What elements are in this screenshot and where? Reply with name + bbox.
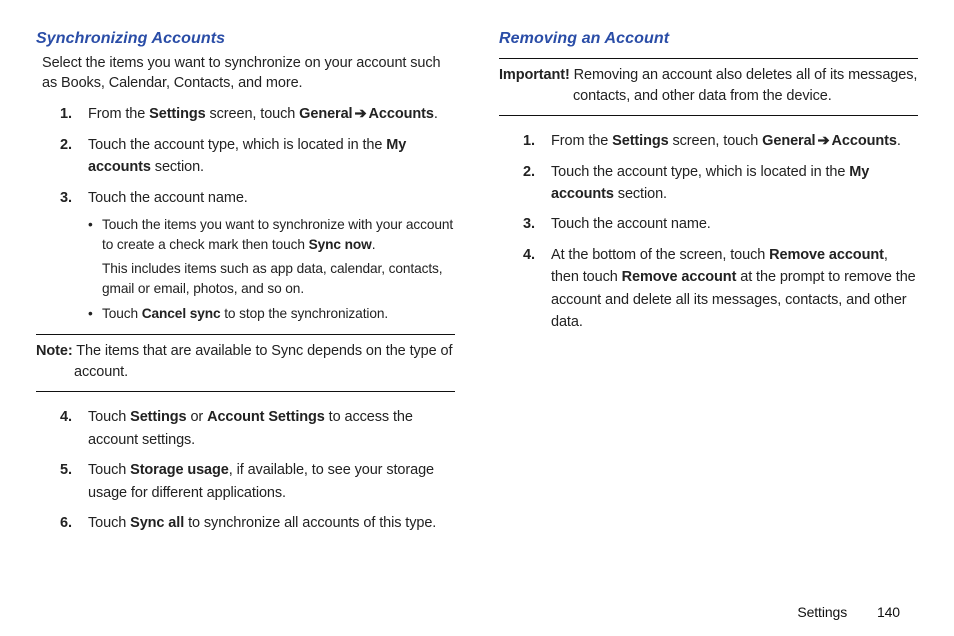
remove-steps: 1. From the Settings screen, touch Gener…	[499, 130, 918, 334]
sync-step-2: 2. Touch the account type, which is loca…	[60, 134, 455, 179]
text: screen, touch	[206, 106, 300, 122]
remove-step-2: 2. Touch the account type, which is loca…	[523, 161, 918, 206]
bold: Cancel sync	[142, 306, 221, 321]
bold: Remove account	[769, 247, 884, 263]
note-text: Note: The items that are available to Sy…	[36, 341, 455, 383]
sync-step-6: 6. Touch Sync all to synchronize all acc…	[60, 512, 455, 534]
note-label: Note:	[36, 343, 73, 359]
sync-sub-2: • Touch Cancel sync to stop the synchron…	[88, 304, 455, 324]
footer-section: Settings	[797, 604, 847, 620]
text: Touch the items you want to synchronize …	[102, 217, 453, 252]
bold: Remove account	[622, 269, 737, 285]
bold: Sync all	[130, 515, 184, 531]
sync-step-4: 4. Touch Settings or Account Settings to…	[60, 406, 455, 451]
bold: Accounts	[832, 133, 897, 149]
important-body: Removing an account also deletes all of …	[570, 67, 918, 104]
text: Touch	[88, 515, 130, 531]
important-label: Important!	[499, 67, 570, 83]
sync-step-3: 3. Touch the account name. • Touch the i…	[60, 187, 455, 325]
sync-intro: Select the items you want to synchronize…	[42, 54, 455, 93]
remove-step-1: 1. From the Settings screen, touch Gener…	[523, 130, 918, 152]
important-note: Important! Removing an account also dele…	[499, 58, 918, 116]
text: From the	[88, 106, 149, 122]
bold: Storage usage	[130, 462, 229, 478]
heading-removing-account: Removing an Account	[499, 30, 918, 48]
text: to synchronize all accounts of this type…	[184, 515, 436, 531]
text: Touch the account type, which is located…	[88, 137, 386, 153]
page-body: Synchronizing Accounts Select the items …	[0, 0, 954, 590]
bold: Settings	[612, 133, 668, 149]
text: or	[187, 409, 208, 425]
arrow-icon: ➔	[352, 106, 368, 122]
text: Touch	[102, 306, 142, 321]
text: Touch the account name.	[551, 216, 711, 232]
step-number: 2.	[60, 134, 72, 156]
page-footer: Settings 140	[797, 604, 900, 620]
text: .	[434, 106, 438, 122]
important-text: Important! Removing an account also dele…	[499, 65, 918, 107]
text: Touch	[88, 409, 130, 425]
footer-page-number: 140	[877, 604, 900, 620]
bullet-icon: •	[88, 215, 93, 235]
text: From the	[551, 133, 612, 149]
remove-step-3: 3. Touch the account name.	[523, 213, 918, 235]
bold: Settings	[130, 409, 186, 425]
text: section.	[614, 186, 667, 202]
text: At the bottom of the screen, touch	[551, 247, 769, 263]
step-number: 3.	[523, 213, 535, 235]
remove-step-4: 4. At the bottom of the screen, touch Re…	[523, 244, 918, 334]
sync-substeps: • Touch the items you want to synchroniz…	[88, 215, 455, 324]
bold: Sync now	[309, 237, 372, 252]
text: .	[372, 237, 376, 252]
step-number: 4.	[60, 406, 72, 428]
sync-note: Note: The items that are available to Sy…	[36, 334, 455, 392]
text: Touch the account type, which is located…	[551, 164, 849, 180]
sync-step-5: 5. Touch Storage usage, if available, to…	[60, 459, 455, 504]
right-column: Removing an Account Important! Removing …	[477, 30, 918, 590]
left-column: Synchronizing Accounts Select the items …	[36, 30, 477, 590]
sync-step-1: 1. From the Settings screen, touch Gener…	[60, 103, 455, 125]
step-number: 1.	[523, 130, 535, 152]
step-number: 6.	[60, 512, 72, 534]
text: Touch the account name.	[88, 190, 248, 206]
sync-sub-1: • Touch the items you want to synchroniz…	[88, 215, 455, 298]
step-number: 3.	[60, 187, 72, 209]
heading-sync-accounts: Synchronizing Accounts	[36, 30, 455, 48]
text: section.	[151, 159, 204, 175]
arrow-icon: ➔	[815, 133, 831, 149]
text: Touch	[88, 462, 130, 478]
bullet-icon: •	[88, 304, 93, 324]
sync-steps-cont: 4. Touch Settings or Account Settings to…	[36, 406, 455, 534]
text: screen, touch	[669, 133, 763, 149]
note-body: The items that are available to Sync dep…	[73, 343, 453, 380]
bold: Account Settings	[207, 409, 325, 425]
step-number: 4.	[523, 244, 535, 266]
step-number: 5.	[60, 459, 72, 481]
bold: General	[299, 106, 352, 122]
step-number: 2.	[523, 161, 535, 183]
sync-sub-1-note: This includes items such as app data, ca…	[102, 259, 455, 299]
sync-steps: 1. From the Settings screen, touch Gener…	[36, 103, 455, 324]
step-number: 1.	[60, 103, 72, 125]
bold: General	[762, 133, 815, 149]
text: .	[897, 133, 901, 149]
text: to stop the synchronization.	[221, 306, 389, 321]
bold: Accounts	[369, 106, 434, 122]
bold: Settings	[149, 106, 205, 122]
